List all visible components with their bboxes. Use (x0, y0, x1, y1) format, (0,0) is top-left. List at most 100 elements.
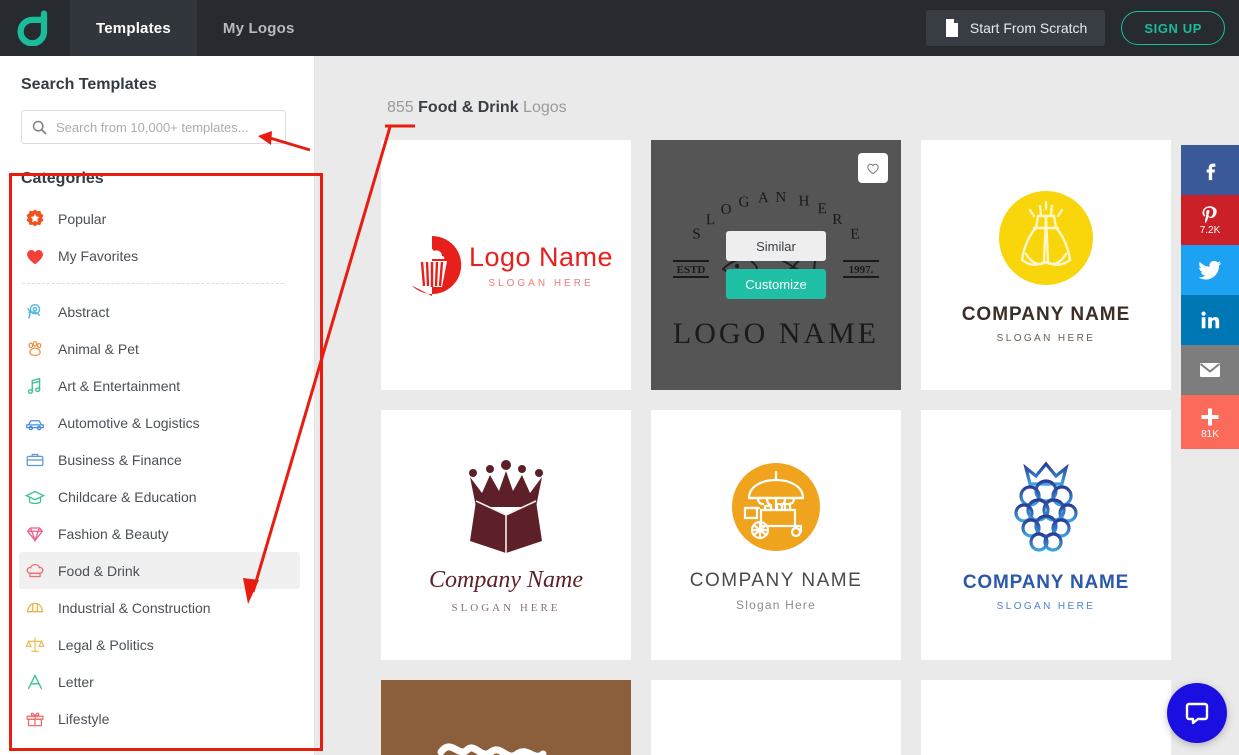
card-slogan: SLOGAN HERE (451, 601, 561, 614)
template-card-cheers-bottles[interactable]: COMPANY NAME SLOGAN HERE (921, 140, 1171, 390)
card-hover-actions: Similar Customize (726, 231, 826, 299)
results-suffix: Logos (523, 99, 567, 116)
card-estd-left: ESTD (677, 264, 706, 276)
sidebar-item-label: Animal & Pet (58, 340, 139, 357)
heart-icon (27, 249, 43, 264)
card-title: COMPANY NAME (962, 572, 1130, 593)
sidebar-item-art-entertainment[interactable]: Art & Entertainment (19, 367, 300, 404)
sidebar-item-fashion-beauty[interactable]: Fashion & Beauty (19, 515, 300, 552)
chef-hat-icon (26, 563, 44, 577)
results-heading: 855 Food & Drink Logos (315, 56, 1239, 117)
template-card-popcorn[interactable]: Logo Name SLOGAN HERE (381, 140, 631, 390)
start-from-scratch-label: Start From Scratch (969, 20, 1088, 36)
chat-bubble-icon (1185, 702, 1209, 725)
card-slogan: SLOGAN HERE (488, 277, 594, 289)
tab-templates-label: Templates (96, 19, 171, 37)
template-card-food-cart[interactable]: COMPANY NAME Slogan Here (651, 410, 901, 660)
sidebar-item-label: Popular (58, 210, 107, 227)
sidebar-item-legal-politics[interactable]: Legal & Politics (19, 626, 300, 663)
customize-label: Customize (745, 276, 807, 292)
sidebar-item-label: Industrial & Construction (58, 599, 211, 616)
sidebar-item-animal-pet[interactable]: Animal & Pet (19, 330, 300, 367)
search-field-wrapper[interactable] (21, 110, 286, 144)
plus-icon (1201, 408, 1219, 425)
card-title: Logo Name (468, 241, 614, 272)
share-email-button[interactable] (1181, 345, 1239, 395)
card-title: COMPANY NAME (961, 304, 1131, 325)
twitter-icon (1198, 260, 1222, 279)
star-badge-icon (26, 208, 44, 226)
template-card-brown-partial[interactable] (381, 680, 631, 755)
clinking-bottles-icon (999, 191, 1093, 285)
food-cart-icon (732, 463, 820, 551)
sidebar-item-label: My Favorites (58, 247, 139, 264)
pinterest-count: 7.2K (1199, 224, 1221, 236)
sidebar-item-automotive-logistics[interactable]: Automotive & Logistics (19, 404, 300, 441)
tab-templates[interactable]: Templates (70, 0, 197, 56)
card-title: COMPANY NAME (689, 570, 863, 591)
app-logo[interactable] (0, 0, 70, 56)
similar-button[interactable]: Similar (726, 231, 826, 261)
template-card-crown-chocolate[interactable]: Company Name SLOGAN HERE (381, 410, 631, 660)
sidebar-item-letter[interactable]: Letter (19, 663, 300, 700)
briefcase-icon (26, 453, 44, 466)
sidebar-item-industrial-construction[interactable]: Industrial & Construction (19, 589, 300, 626)
letter-a-icon (27, 673, 43, 689)
sidebar-item-food-drink[interactable]: Food & Drink (19, 552, 300, 589)
share-more-button[interactable]: 81K (1181, 395, 1239, 449)
sidebar-item-popular[interactable]: Popular (19, 200, 300, 237)
chat-widget-button[interactable] (1167, 683, 1227, 743)
crown-box-icon (469, 459, 543, 553)
top-header: Templates My Logos Start From Scratch SI… (0, 0, 1239, 56)
car-icon (26, 419, 44, 430)
envelope-icon (1199, 362, 1221, 377)
left-sidebar: Search Templates Categories Popular (0, 56, 315, 755)
start-from-scratch-button[interactable]: Start From Scratch (925, 10, 1106, 46)
sidebar-divider (22, 283, 284, 284)
card-slogan: SLOGAN HERE (996, 333, 1096, 344)
orange-partial-art (651, 680, 901, 755)
sign-up-button[interactable]: SIGN UP (1121, 11, 1225, 45)
share-twitter-button[interactable] (1181, 245, 1239, 295)
linkedin-icon (1201, 310, 1220, 328)
sidebar-item-label: Business & Finance (58, 451, 182, 468)
card-slogan: SLOGAN HERE (996, 601, 1096, 612)
abstract-icon (27, 303, 41, 319)
search-templates-title: Search Templates (21, 76, 157, 93)
categories-list: Popular My Favorites Abstract Animal & P… (0, 200, 314, 737)
designevo-logo-icon (17, 10, 48, 46)
sidebar-item-label: Fashion & Beauty (58, 525, 169, 542)
template-card-orange-partial[interactable] (651, 680, 901, 755)
tab-my-logos[interactable]: My Logos (197, 0, 321, 56)
main-content: 855 Food & Drink Logos Logo Name SLOGAN … (315, 56, 1239, 755)
tab-my-logos-label: My Logos (222, 19, 295, 37)
template-card-raspberry[interactable]: COMPANY NAME SLOGAN HERE (921, 410, 1171, 660)
template-card-fish-vintage[interactable]: S L O G A N H E R E ESTD 1997. LOGO NAME… (651, 140, 901, 390)
gift-icon (26, 712, 44, 726)
pinterest-icon (1202, 205, 1217, 223)
social-share-rail: 7.2K 81K (1181, 145, 1239, 449)
share-linkedin-button[interactable] (1181, 295, 1239, 345)
template-card-blank-partial[interactable] (921, 680, 1171, 755)
sidebar-item-label: Letter (58, 673, 94, 690)
sidebar-item-my-favorites[interactable]: My Favorites (19, 237, 300, 274)
search-icon (32, 120, 47, 134)
favorite-button[interactable] (858, 153, 888, 183)
sidebar-item-label: Legal & Politics (58, 636, 154, 653)
sidebar-item-label: Automotive & Logistics (58, 414, 200, 431)
sidebar-item-label: Childcare & Education (58, 488, 197, 505)
music-note-icon (27, 377, 41, 394)
search-input[interactable] (56, 119, 275, 135)
share-pinterest-button[interactable]: 7.2K (1181, 195, 1239, 245)
sidebar-item-business-finance[interactable]: Business & Finance (19, 441, 300, 478)
raspberry-icon (1014, 461, 1078, 552)
customize-button[interactable]: Customize (726, 269, 826, 299)
card-title: Company Name (429, 566, 583, 593)
sidebar-item-label: Abstract (58, 303, 110, 320)
share-facebook-button[interactable] (1181, 145, 1239, 195)
sidebar-item-abstract[interactable]: Abstract (19, 293, 300, 330)
sidebar-item-lifestyle[interactable]: Lifestyle (19, 700, 300, 737)
document-icon (945, 19, 958, 37)
sidebar-item-childcare-education[interactable]: Childcare & Education (19, 478, 300, 515)
template-grid: Logo Name SLOGAN HERE S L O G A N H E R … (381, 140, 1239, 755)
